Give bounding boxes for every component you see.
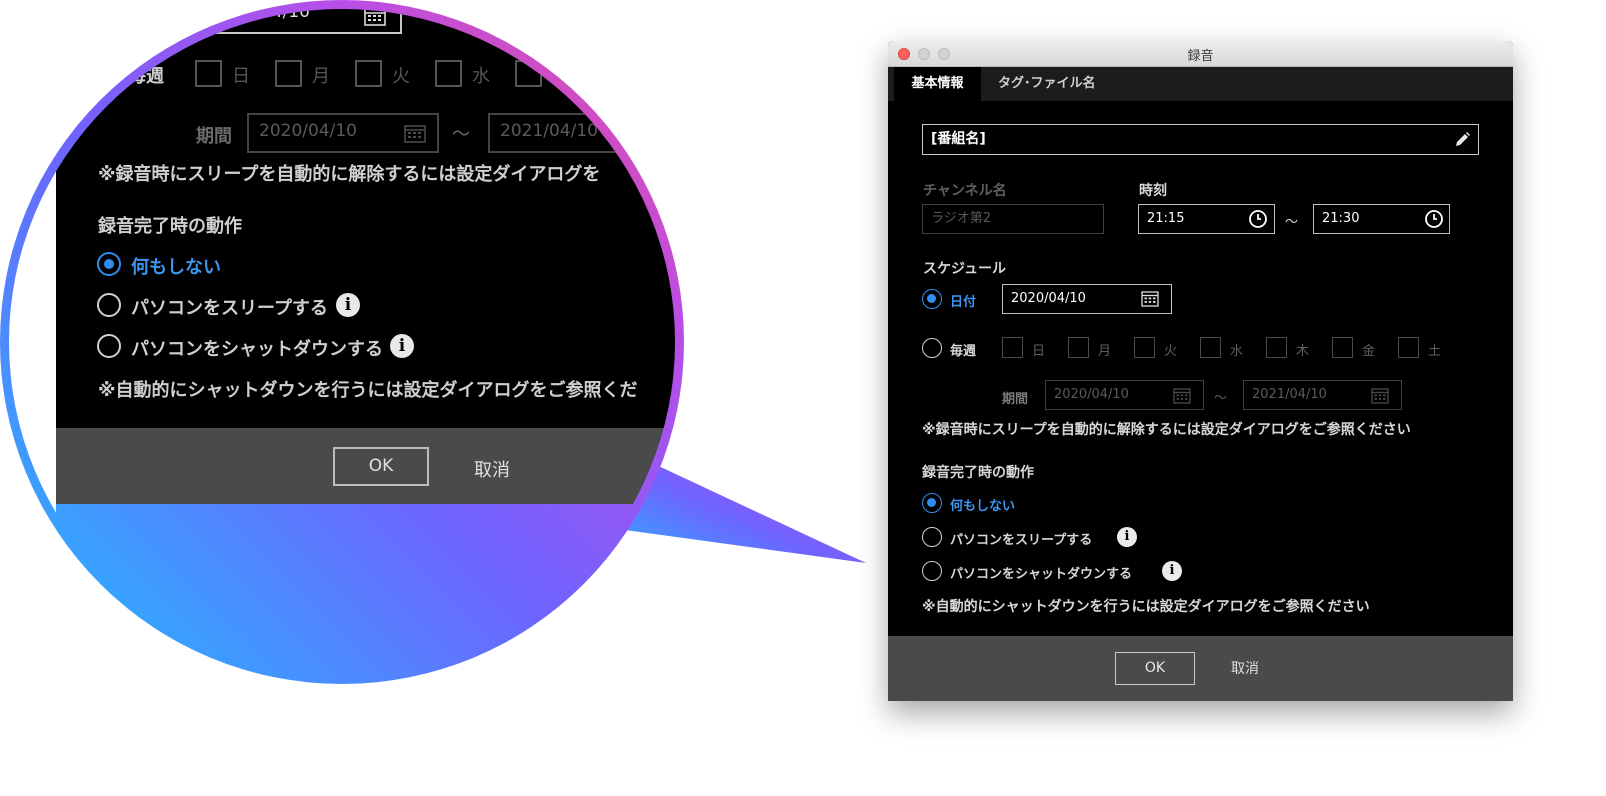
magnifier-radio-shutdown bbox=[97, 334, 121, 358]
info-icon[interactable]: i bbox=[1117, 527, 1137, 547]
window-title: 録音 bbox=[1187, 49, 1214, 64]
magnifier-check-tue bbox=[355, 60, 382, 87]
calendar-icon bbox=[1173, 388, 1191, 404]
magnifier-cancel-button: 取消 bbox=[474, 460, 510, 481]
option-do-nothing[interactable]: 何もしない bbox=[950, 495, 1015, 514]
magnifier-option-sleep: パソコンをスリープする bbox=[131, 298, 328, 319]
magnifier-check-sun bbox=[195, 60, 222, 87]
magnifier-option-shutdown: パソコンをシャットダウンする bbox=[131, 339, 383, 360]
info-icon: i bbox=[336, 293, 360, 317]
radio-do-nothing[interactable] bbox=[922, 493, 942, 513]
checkbox-sun[interactable] bbox=[1002, 337, 1023, 358]
radio-sleep[interactable] bbox=[922, 527, 942, 547]
shutdown-note: ※自動的にシャットダウンを行うには設定ダイアログをご参照ください bbox=[922, 599, 1370, 615]
magnifier-weekday-sun: 日 bbox=[232, 66, 250, 87]
checkbox-thu[interactable] bbox=[1266, 337, 1287, 358]
pencil-icon[interactable] bbox=[1453, 131, 1471, 149]
tab-basic-info[interactable]: 基本情報 bbox=[894, 67, 981, 101]
dialog-footer: OK 取消 bbox=[888, 636, 1513, 701]
magnifier-completion-label: 録音完了時の動作 bbox=[98, 216, 242, 237]
channel-label: チャンネル名 bbox=[923, 183, 1007, 199]
weekday-tue: 火 bbox=[1164, 344, 1178, 359]
magnifier-period-separator: 〜 bbox=[452, 124, 470, 145]
cancel-button[interactable]: 取消 bbox=[1231, 658, 1259, 678]
tab-tags-filename[interactable]: タグ･ファイル名 bbox=[998, 67, 1096, 101]
magnifier-sleep-note: ※録音時にスリープを自動的に解除するには設定ダイアログを bbox=[98, 164, 601, 185]
completion-label: 録音完了時の動作 bbox=[922, 465, 1034, 481]
program-name-value: [番組名] bbox=[931, 131, 986, 147]
time-separator: 〜 bbox=[1285, 215, 1299, 230]
title-bar[interactable]: 録音 bbox=[888, 41, 1513, 67]
checkbox-mon[interactable] bbox=[1068, 337, 1089, 358]
channel-field: ラジオ第2 bbox=[922, 204, 1104, 234]
calendar-icon[interactable] bbox=[1141, 290, 1159, 307]
clock-icon[interactable] bbox=[1424, 209, 1444, 229]
checkbox-tue[interactable] bbox=[1134, 337, 1155, 358]
magnifier-weekday-mon: 月 bbox=[312, 66, 330, 87]
weekday-sun: 日 bbox=[1032, 344, 1046, 359]
magnifier-shutdown-note: ※自動的にシャットダウンを行うには設定ダイアログをご参照くだ bbox=[98, 380, 638, 401]
info-icon[interactable]: i bbox=[1162, 561, 1182, 581]
date-option-label[interactable]: 日付 bbox=[950, 291, 976, 310]
info-icon: i bbox=[390, 334, 414, 358]
schedule-label: スケジュール bbox=[923, 261, 1007, 277]
calendar-icon bbox=[404, 125, 426, 143]
weekday-sat: 土 bbox=[1428, 344, 1442, 359]
weekday-fri: 金 bbox=[1362, 344, 1376, 359]
radio-date[interactable] bbox=[922, 289, 942, 309]
magnifier-check-mon bbox=[275, 60, 302, 87]
period-separator: 〜 bbox=[1214, 391, 1228, 406]
magnifier-weekday-wed: 水 bbox=[472, 66, 490, 87]
magnifier-check-wed bbox=[435, 60, 462, 87]
checkbox-fri[interactable] bbox=[1332, 337, 1353, 358]
clock-icon[interactable] bbox=[1248, 209, 1268, 229]
calendar-icon bbox=[1371, 388, 1389, 404]
magnifier-ok-button: OK bbox=[333, 447, 429, 486]
option-sleep[interactable]: パソコンをスリープする bbox=[950, 529, 1092, 548]
time-label: 時刻 bbox=[1139, 183, 1167, 199]
tab-bar: 基本情報 タグ･ファイル名 bbox=[888, 67, 1513, 101]
record-dialog: 録音 基本情報 タグ･ファイル名 [番組名] チャンネル名 ラジオ第2 時刻 2… bbox=[888, 41, 1513, 701]
radio-shutdown[interactable] bbox=[922, 561, 942, 581]
ok-button[interactable]: OK bbox=[1115, 652, 1195, 685]
checkbox-wed[interactable] bbox=[1200, 337, 1221, 358]
weekday-wed: 水 bbox=[1230, 344, 1244, 359]
magnifier-weekday-tue: 火 bbox=[392, 66, 410, 87]
period-label: 期間 bbox=[1002, 392, 1029, 407]
magnifier-radio-sleep bbox=[97, 293, 121, 317]
weekday-mon: 月 bbox=[1098, 344, 1112, 359]
magnifier-option-nothing: 何もしない bbox=[131, 257, 221, 278]
weekly-option-label[interactable]: 毎週 bbox=[950, 340, 976, 359]
checkbox-sat[interactable] bbox=[1398, 337, 1419, 358]
radio-weekly[interactable] bbox=[922, 338, 942, 358]
magnifier-period-label: 期間 bbox=[196, 126, 232, 147]
sleep-note: ※録音時にスリープを自動的に解除するには設定ダイアログをご参照ください bbox=[922, 422, 1411, 438]
program-name-field[interactable]: [番組名] bbox=[922, 124, 1479, 155]
magnifier-radio-nothing bbox=[97, 252, 121, 276]
option-shutdown[interactable]: パソコンをシャットダウンする bbox=[950, 563, 1132, 582]
weekday-thu: 木 bbox=[1296, 344, 1310, 359]
